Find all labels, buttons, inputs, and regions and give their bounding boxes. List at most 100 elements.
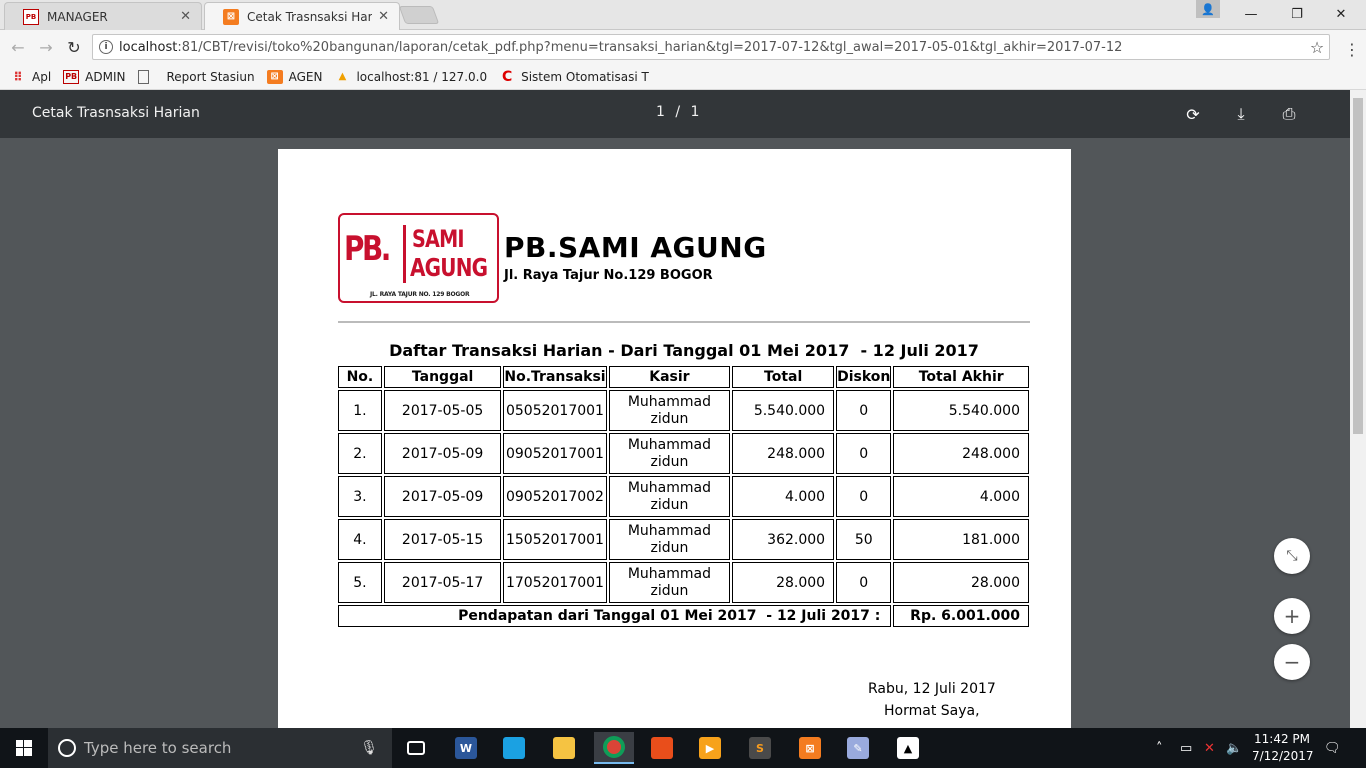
address-bar[interactable]: i localhost:81/CBT/revisi/toko%20banguna…: [92, 34, 1330, 60]
vertical-scrollbar[interactable]: [1350, 90, 1366, 728]
taskbar-search[interactable]: Type here to search 🎙: [48, 728, 392, 768]
kasir-first: Muhammad: [627, 393, 711, 410]
scrollbar-thumb[interactable]: [1353, 98, 1363, 434]
bookmark-label: localhost:81 / 127.0.0: [356, 69, 488, 84]
logo-pb: PB.: [344, 229, 391, 269]
battery-icon[interactable]: ▭: [1180, 728, 1192, 768]
maximize-button[interactable]: ❐: [1274, 0, 1320, 28]
red-c-icon: C: [501, 68, 513, 85]
cell-kasir: Muhammad zidun: [608, 519, 731, 560]
cell-tanggal: 2017-05-05: [383, 390, 502, 431]
browser-menu-icon[interactable]: ⋮: [1344, 40, 1360, 59]
tab-strip: PB MANAGER ✕ ⊠ Cetak Trasnsaksi Harian ✕…: [0, 0, 1366, 30]
pb-logo-icon: PB: [63, 69, 80, 84]
signature-greeting: Hormat Saya,: [884, 703, 980, 719]
cell-diskon: 0: [836, 433, 892, 474]
current-page[interactable]: 1: [656, 104, 665, 120]
cell-total: 5.540.000: [732, 390, 835, 431]
close-icon[interactable]: ✕: [180, 9, 191, 24]
table-row: 1. 2017-05-05 05052017001 Muhammad zidun …: [338, 390, 1029, 431]
cell-no: 2.: [338, 433, 382, 474]
apps-grid-icon: ⠿: [13, 69, 23, 84]
bookmark-localhost[interactable]: ▲ localhost:81 / 127.0.0: [334, 69, 488, 84]
minimize-button[interactable]: —: [1228, 0, 1274, 28]
cell-tanggal: 2017-05-15: [383, 519, 502, 560]
table-header-row: No. Tanggal No.Transaksi Kasir Total Dis…: [338, 366, 1029, 388]
sublime-icon[interactable]: S: [740, 732, 780, 764]
profile-icon[interactable]: 👤: [1196, 0, 1220, 18]
file-explorer-icon[interactable]: [544, 732, 584, 764]
cell-total-akhir: 28.000: [893, 562, 1029, 603]
bookmark-label: Sistem Otomatisasi T: [521, 69, 649, 84]
cell-total: 362.000: [732, 519, 835, 560]
tab-cetak-transaksi[interactable]: ⊠ Cetak Trasnsaksi Harian ✕: [204, 2, 400, 30]
pma-icon: ▲: [338, 71, 347, 82]
bookmark-report-stasiun[interactable]: Report Stasiun: [137, 69, 255, 84]
network-icon[interactable]: ✕: [1204, 728, 1215, 768]
bookmark-label: Apl: [32, 69, 52, 84]
clock-time: 11:42 PM: [1254, 732, 1310, 746]
forward-button[interactable]: →: [34, 35, 58, 59]
cell-no: 5.: [338, 562, 382, 603]
bookmark-agen[interactable]: ⊠ AGEN: [266, 69, 322, 84]
kasir-last: zidun: [650, 496, 689, 513]
microphone-icon[interactable]: 🎙: [360, 740, 378, 756]
close-icon[interactable]: ✕: [378, 9, 389, 24]
reload-button[interactable]: ↻: [62, 35, 86, 59]
cell-kasir: Muhammad zidun: [608, 433, 731, 474]
notifications-icon[interactable]: 🗨: [1324, 728, 1341, 768]
page-indicator: 1 / 1: [656, 104, 699, 120]
app-cube-icon[interactable]: [494, 732, 534, 764]
tab-manager[interactable]: PB MANAGER ✕: [4, 2, 202, 30]
kasir-last: zidun: [650, 453, 689, 470]
header-divider: [338, 321, 1030, 323]
print-icon[interactable]: ⎙: [1277, 102, 1301, 126]
kasir-first: Muhammad: [627, 436, 711, 453]
bookmarks-bar: ⠿ Apl PB ADMIN Report Stasiun ⊠ AGEN ▲ l…: [0, 64, 1366, 90]
zoom-out-button[interactable]: −: [1274, 644, 1310, 680]
bookmark-label: Report Stasiun: [166, 69, 255, 84]
col-header-total-akhir: Total Akhir: [893, 366, 1029, 388]
close-window-button[interactable]: ✕: [1318, 0, 1364, 28]
info-icon[interactable]: i: [99, 40, 113, 54]
xampp-taskbar-icon[interactable]: ⊠: [790, 732, 830, 764]
cell-tanggal: 2017-05-17: [383, 562, 502, 603]
windows-icon: [16, 740, 32, 756]
url-text: localhost:81/CBT/revisi/toko%20bangunan/…: [119, 40, 1305, 55]
show-hidden-icons[interactable]: ˄: [1156, 728, 1163, 768]
cell-total-akhir: 248.000: [893, 433, 1029, 474]
rotate-icon[interactable]: ⟳: [1181, 102, 1205, 126]
network-app-icon[interactable]: [642, 732, 682, 764]
bookmark-sistem-otomatisasi[interactable]: C Sistem Otomatisasi T: [499, 68, 649, 85]
download-icon[interactable]: ⤓: [1229, 102, 1253, 126]
system-clock[interactable]: 11:42 PM 7/12/2017: [1252, 731, 1314, 765]
back-button[interactable]: ←: [6, 35, 30, 59]
cell-total: 248.000: [732, 433, 835, 474]
media-player-icon[interactable]: ▶: [690, 732, 730, 764]
cell-total-akhir: 5.540.000: [893, 390, 1029, 431]
photos-icon[interactable]: ▲: [888, 732, 928, 764]
cell-no-transaksi: 17052017001: [503, 562, 607, 603]
fit-to-page-button[interactable]: ⤡: [1274, 538, 1310, 574]
zoom-in-button[interactable]: +: [1274, 598, 1310, 634]
cell-kasir: Muhammad zidun: [608, 476, 731, 517]
new-tab-button[interactable]: [398, 6, 440, 24]
page-separator: /: [675, 104, 681, 120]
url-path: :81/CBT/revisi/toko%20bangunan/laporan/c…: [177, 39, 1123, 55]
col-header-diskon: Diskon: [836, 366, 892, 388]
kasir-first: Muhammad: [627, 479, 711, 496]
bookmark-admin[interactable]: PB ADMIN: [63, 69, 126, 84]
pdf-toolbar: Cetak Trasnsaksi Harian 1 / 1 ⟳ ⤓ ⎙: [0, 90, 1350, 138]
word-icon[interactable]: W: [446, 732, 486, 764]
bookmark-apl[interactable]: ⠿ Apl: [10, 70, 51, 84]
cell-no-transaksi: 15052017001: [503, 519, 607, 560]
cell-kasir: Muhammad zidun: [608, 562, 731, 603]
bookmark-star-icon[interactable]: ☆: [1305, 38, 1329, 57]
task-view-icon[interactable]: [396, 732, 436, 764]
bookmark-label: ADMIN: [85, 69, 126, 84]
volume-icon[interactable]: 🔈: [1226, 728, 1242, 768]
taskbar: Type here to search 🎙 W ▶ S ⊠ ✎ ▲ ˄ ▭ ✕ …: [0, 728, 1366, 768]
paint-icon[interactable]: ✎: [838, 732, 878, 764]
start-button[interactable]: [0, 728, 48, 768]
chrome-icon[interactable]: [594, 732, 634, 764]
